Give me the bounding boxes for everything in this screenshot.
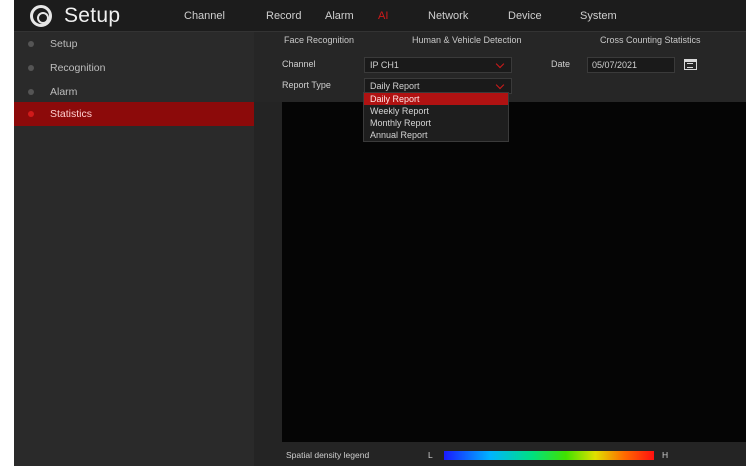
menu-system[interactable]: System bbox=[580, 10, 617, 22]
menu-record[interactable]: Record bbox=[266, 10, 301, 22]
legend-label: Spatial density legend bbox=[286, 450, 370, 460]
bullet-icon bbox=[28, 89, 34, 95]
sidebar-item-setup[interactable]: Setup bbox=[14, 32, 254, 56]
date-label: Date bbox=[551, 59, 571, 69]
bullet-icon bbox=[28, 65, 34, 71]
brand: Setup bbox=[30, 4, 120, 28]
menu-network[interactable]: Network bbox=[428, 10, 468, 22]
setup-window: Setup Channel Record Alarm AI Network De… bbox=[14, 0, 746, 466]
report-type-label: Report Type bbox=[282, 80, 331, 90]
channel-label: Channel bbox=[282, 59, 316, 69]
spatial-density-legend: Spatial density legend L H bbox=[282, 448, 746, 462]
bullet-icon bbox=[28, 111, 34, 117]
density-heatmap-canvas bbox=[282, 102, 746, 442]
channel-value: IP CH1 bbox=[370, 60, 399, 70]
sidebar-item-recognition[interactable]: Recognition bbox=[14, 56, 254, 80]
gear-icon bbox=[30, 5, 52, 27]
channel-select[interactable]: IP CH1 bbox=[364, 57, 512, 73]
sidebar-item-label: Statistics bbox=[50, 108, 93, 120]
date-input[interactable]: 05/07/2021 bbox=[587, 57, 675, 73]
statistics-tabs: Face Recognition Human & Vehicle Detecti… bbox=[254, 32, 746, 52]
sidebar: Setup Recognition Alarm Statistics bbox=[14, 32, 254, 466]
menu-device[interactable]: Device bbox=[508, 10, 542, 22]
top-bar: Setup Channel Record Alarm AI Network De… bbox=[14, 0, 746, 32]
option-daily-report[interactable]: Daily Report bbox=[364, 93, 508, 105]
report-type-dropdown: Daily Report Weekly Report Monthly Repor… bbox=[363, 92, 509, 142]
menu-ai[interactable]: AI bbox=[378, 10, 388, 22]
sidebar-item-statistics[interactable]: Statistics bbox=[14, 102, 254, 126]
report-type-value: Daily Report bbox=[370, 81, 420, 91]
chevron-down-icon bbox=[495, 59, 505, 69]
menu-channel[interactable]: Channel bbox=[184, 10, 225, 22]
sidebar-item-alarm[interactable]: Alarm bbox=[14, 80, 254, 104]
legend-gradient-bar bbox=[444, 451, 654, 460]
sidebar-item-label: Setup bbox=[50, 38, 78, 50]
date-value: 05/07/2021 bbox=[592, 60, 638, 70]
sidebar-item-label: Alarm bbox=[50, 86, 78, 98]
option-monthly-report[interactable]: Monthly Report bbox=[364, 117, 508, 129]
legend-high-label: H bbox=[662, 450, 669, 460]
calendar-icon[interactable] bbox=[684, 59, 697, 70]
option-annual-report[interactable]: Annual Report bbox=[364, 129, 508, 141]
tab-face-recognition[interactable]: Face Recognition bbox=[284, 35, 354, 45]
legend-low-label: L bbox=[428, 450, 433, 460]
menu-alarm[interactable]: Alarm bbox=[325, 10, 354, 22]
sidebar-item-label: Recognition bbox=[50, 62, 106, 74]
tab-cross-counting-statistics[interactable]: Cross Counting Statistics bbox=[600, 35, 701, 45]
chevron-down-icon bbox=[495, 80, 505, 90]
app-title: Setup bbox=[64, 4, 121, 27]
tab-human-vehicle-detection[interactable]: Human & Vehicle Detection bbox=[412, 35, 522, 45]
option-weekly-report[interactable]: Weekly Report bbox=[364, 105, 508, 117]
bullet-icon bbox=[28, 41, 34, 47]
